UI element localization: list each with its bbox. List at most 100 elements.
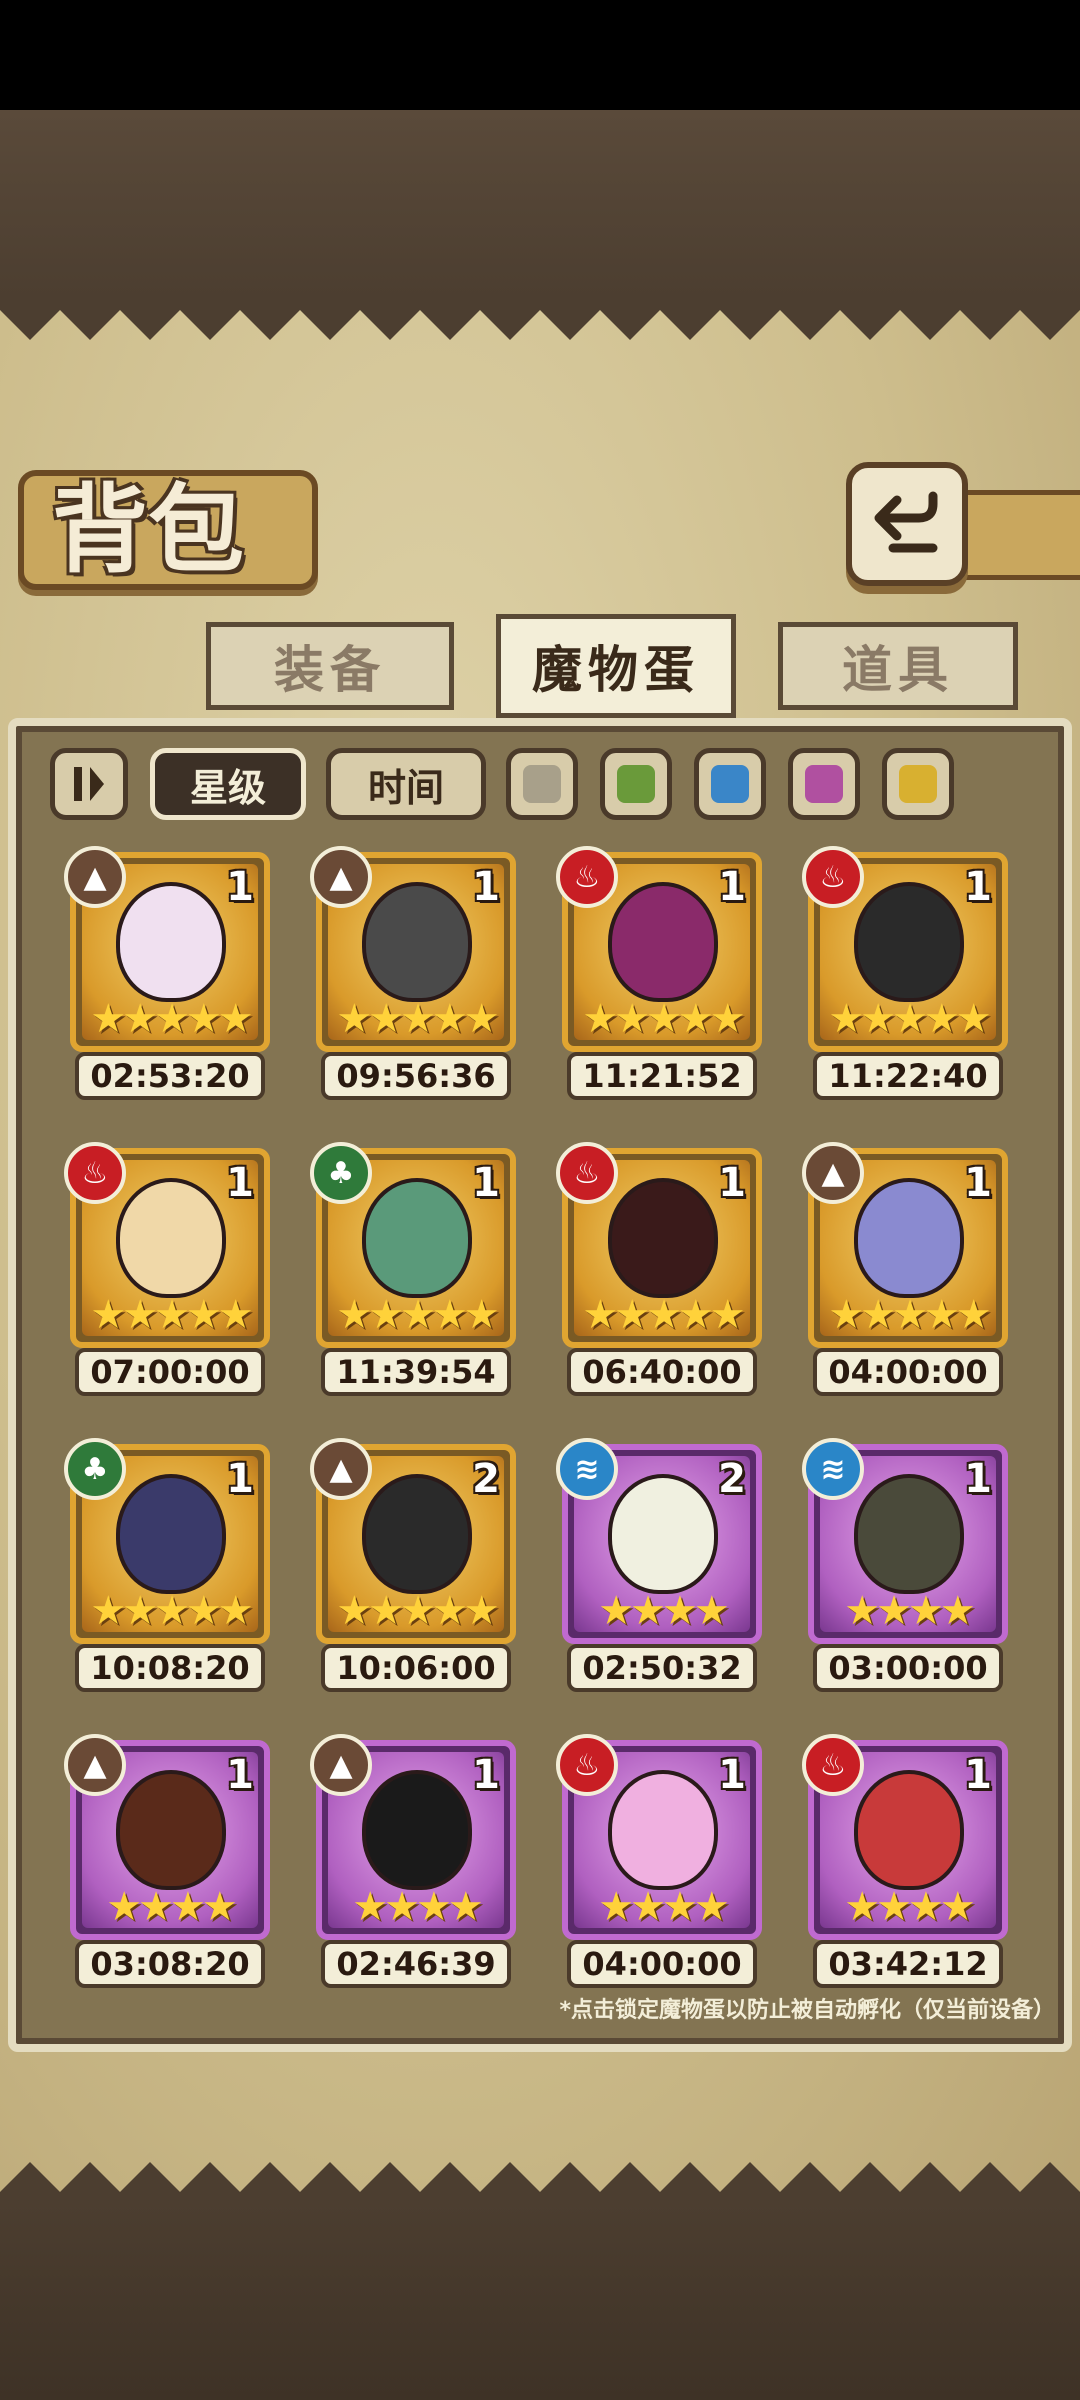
egg-card[interactable]: ▲ 1 ★★★★★ bbox=[310, 846, 516, 1052]
egg-card[interactable]: ≋ 2 ★★★★ bbox=[556, 1438, 762, 1644]
fire-element-icon: ♨ bbox=[64, 1142, 126, 1204]
hatch-timer: 11:39:54 bbox=[321, 1348, 511, 1396]
egg-card[interactable]: ≋ 1 ★★★★ bbox=[802, 1438, 1008, 1644]
egg-count: 1 bbox=[226, 1456, 254, 1502]
egg-count: 1 bbox=[718, 864, 746, 910]
monster-egg-image bbox=[116, 1770, 226, 1890]
egg-card[interactable]: ▲ 1 ★★★★ bbox=[64, 1734, 270, 1940]
egg-card[interactable]: ▲ 1 ★★★★★ bbox=[802, 1142, 1008, 1348]
monster-egg-image bbox=[362, 882, 472, 1002]
monster-egg-image bbox=[362, 1474, 472, 1594]
fire-element-icon: ♨ bbox=[802, 846, 864, 908]
earth-element-icon: ▲ bbox=[310, 1734, 372, 1796]
tab-equipment[interactable]: 装备 bbox=[206, 622, 454, 710]
monster-egg-image bbox=[608, 1178, 718, 1298]
egg-count: 1 bbox=[472, 1752, 500, 1798]
egg-count: 1 bbox=[964, 1160, 992, 1206]
monster-egg-image bbox=[116, 1178, 226, 1298]
fire-element-icon: ♨ bbox=[802, 1734, 864, 1796]
sort-by-star-button[interactable]: 星级 bbox=[150, 748, 306, 820]
tab-items[interactable]: 道具 bbox=[778, 622, 1018, 710]
egg-card[interactable]: ♨ 1 ★★★★ bbox=[802, 1734, 1008, 1940]
monster-egg-image bbox=[854, 1178, 964, 1298]
water-element-icon: ≋ bbox=[802, 1438, 864, 1500]
egg-card[interactable]: ♨ 1 ★★★★★ bbox=[802, 846, 1008, 1052]
hatch-timer: 11:22:40 bbox=[813, 1052, 1003, 1100]
filter-blue-button[interactable] bbox=[694, 748, 766, 820]
hatch-timer: 02:53:20 bbox=[75, 1052, 265, 1100]
egg-count: 1 bbox=[226, 1752, 254, 1798]
monster-egg-image bbox=[116, 1474, 226, 1594]
egg-count: 1 bbox=[718, 1160, 746, 1206]
filter-grey-button[interactable] bbox=[506, 748, 578, 820]
lock-hint-text: *点击锁定魔物蛋以防止被自动孵化（仅当前设备） bbox=[559, 1998, 1055, 2023]
status-bar bbox=[0, 0, 1080, 110]
hatch-timer: 02:50:32 bbox=[567, 1644, 757, 1692]
fire-element-icon: ♨ bbox=[556, 1734, 618, 1796]
star-rating: ★★★★★ bbox=[336, 1292, 499, 1338]
star-rating: ★★★★★ bbox=[336, 1588, 499, 1634]
star-rating: ★★★★★ bbox=[90, 996, 253, 1042]
earth-element-icon: ▲ bbox=[310, 1438, 372, 1500]
sort-by-time-button[interactable]: 时间 bbox=[326, 748, 486, 820]
earth-element-icon: ▲ bbox=[310, 846, 372, 908]
egg-card[interactable]: ▲ 1 ★★★★★ bbox=[64, 846, 270, 1052]
page-title: 背包 bbox=[52, 473, 244, 586]
egg-count: 1 bbox=[472, 864, 500, 910]
top-torn-edge bbox=[0, 300, 1080, 340]
egg-card[interactable]: ▲ 2 ★★★★★ bbox=[310, 1438, 516, 1644]
filter-purple-button[interactable] bbox=[788, 748, 860, 820]
egg-count: 1 bbox=[226, 1160, 254, 1206]
hatch-timer: 04:00:00 bbox=[567, 1940, 757, 1988]
star-rating: ★★★★ bbox=[352, 1884, 483, 1930]
sort-order-button[interactable] bbox=[50, 748, 128, 820]
star-rating: ★★★★★ bbox=[828, 996, 991, 1042]
monster-egg-image bbox=[854, 1474, 964, 1594]
egg-count: 1 bbox=[964, 1752, 992, 1798]
hatch-timer: 03:00:00 bbox=[813, 1644, 1003, 1692]
monster-egg-image bbox=[608, 1770, 718, 1890]
egg-count: 1 bbox=[964, 864, 992, 910]
back-bar-decoration bbox=[966, 490, 1080, 580]
egg-card[interactable]: ♨ 1 ★★★★ bbox=[556, 1734, 762, 1940]
bottom-torn-edge bbox=[0, 2162, 1080, 2202]
egg-count: 1 bbox=[226, 864, 254, 910]
monster-egg-image bbox=[362, 1178, 472, 1298]
hatch-timer: 07:00:00 bbox=[75, 1348, 265, 1396]
hatch-timer: 10:06:00 bbox=[321, 1644, 511, 1692]
water-element-icon: ≋ bbox=[556, 1438, 618, 1500]
earth-element-icon: ▲ bbox=[64, 1734, 126, 1796]
bottom-map-background bbox=[0, 2200, 1080, 2400]
nature-element-icon: ♣ bbox=[310, 1142, 372, 1204]
top-map-background bbox=[0, 110, 1080, 300]
star-rating: ★★★★★ bbox=[336, 996, 499, 1042]
back-button[interactable] bbox=[846, 462, 968, 586]
star-rating: ★★★★ bbox=[844, 1884, 975, 1930]
tab-monster-eggs[interactable]: 魔物蛋 bbox=[496, 614, 736, 718]
fire-element-icon: ♨ bbox=[556, 1142, 618, 1204]
filter-green-button[interactable] bbox=[600, 748, 672, 820]
earth-element-icon: ▲ bbox=[64, 846, 126, 908]
hatch-timer: 03:08:20 bbox=[75, 1940, 265, 1988]
hatch-timer: 10:08:20 bbox=[75, 1644, 265, 1692]
star-rating: ★★★★★ bbox=[582, 996, 745, 1042]
star-rating: ★★★★ bbox=[844, 1588, 975, 1634]
egg-card[interactable]: ♨ 1 ★★★★★ bbox=[556, 1142, 762, 1348]
egg-card[interactable]: ♣ 1 ★★★★★ bbox=[310, 1142, 516, 1348]
filter-gold-button[interactable] bbox=[882, 748, 954, 820]
nature-element-icon: ♣ bbox=[64, 1438, 126, 1500]
egg-card[interactable]: ♨ 1 ★★★★★ bbox=[64, 1142, 270, 1348]
star-rating: ★★★★★ bbox=[582, 1292, 745, 1338]
monster-egg-image bbox=[854, 882, 964, 1002]
monster-egg-image bbox=[854, 1770, 964, 1890]
hatch-timer: 02:46:39 bbox=[321, 1940, 511, 1988]
monster-egg-image bbox=[362, 1770, 472, 1890]
egg-count: 2 bbox=[472, 1456, 500, 1502]
egg-card[interactable]: ▲ 1 ★★★★ bbox=[310, 1734, 516, 1940]
egg-count: 1 bbox=[964, 1456, 992, 1502]
egg-card[interactable]: ♣ 1 ★★★★★ bbox=[64, 1438, 270, 1644]
monster-egg-image bbox=[608, 1474, 718, 1594]
star-rating: ★★★★★ bbox=[90, 1588, 253, 1634]
egg-card[interactable]: ♨ 1 ★★★★★ bbox=[556, 846, 762, 1052]
egg-count: 2 bbox=[718, 1456, 746, 1502]
